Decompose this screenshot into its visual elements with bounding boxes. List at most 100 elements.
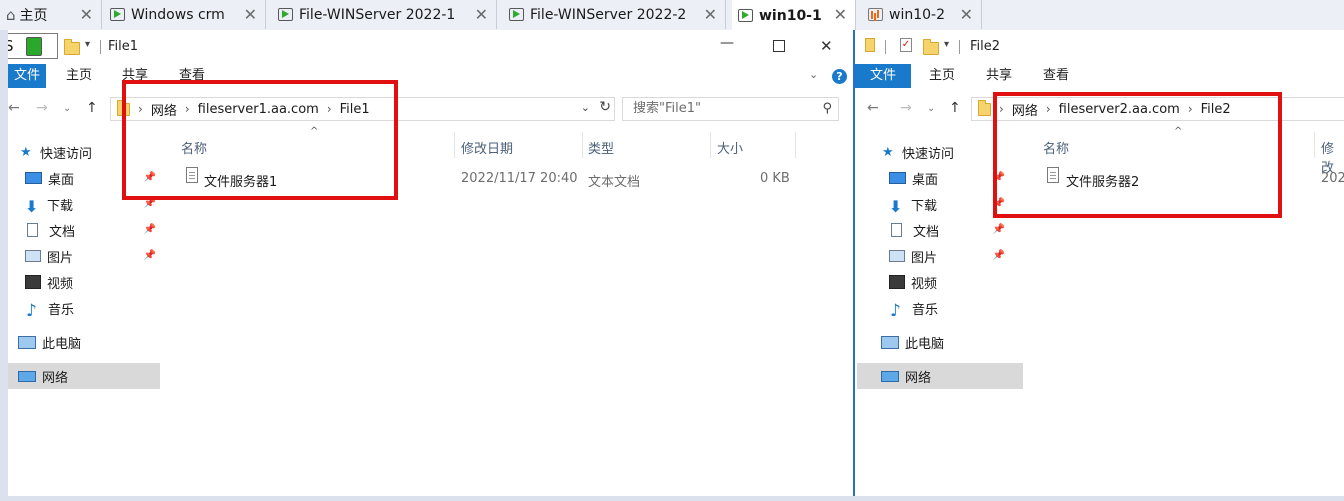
forward-arrow-icon[interactable]: → [900, 100, 912, 116]
tab-windows-crm[interactable]: Windows crm ✕ [104, 0, 266, 29]
address-dropdown-icon[interactable]: ⌄ [581, 101, 590, 114]
nav-music[interactable]: ♪ 音乐 [857, 296, 1009, 321]
nav-pictures[interactable]: 图片 📌 [857, 244, 1009, 268]
music-icon: ♪ [890, 301, 901, 321]
ribbon-tab-view[interactable]: 查看 [1043, 64, 1069, 88]
tab-home[interactable]: ⌂ 主页 ✕ [0, 0, 102, 29]
nav-this-pc[interactable]: 此电脑 [857, 330, 1009, 354]
ribbon-tab-home[interactable]: 主页 [929, 64, 955, 88]
forward-arrow-icon[interactable]: → [36, 100, 48, 116]
close-icon[interactable]: ✕ [704, 5, 717, 24]
folder-icon [64, 39, 80, 55]
title-bar: S ▾ File1 — ✕ [8, 30, 851, 62]
taskbar-stub[interactable]: S [8, 33, 58, 59]
nav-quick-access[interactable]: ★ 快速访问 [857, 140, 1009, 164]
column-separator[interactable] [582, 132, 583, 158]
expand-ribbon-icon[interactable]: ⌄ [809, 68, 818, 81]
check-icon[interactable]: ✓ [900, 38, 912, 52]
nav-documents[interactable]: 文档 📌 [857, 218, 1009, 242]
pin-icon[interactable]: 📌 [993, 250, 1005, 261]
quick-access-dropdown-icon[interactable]: ▾ [944, 39, 949, 50]
pin-icon[interactable]: 📌 [144, 250, 156, 261]
tab-file-winserver-1[interactable]: File-WINServer 2022-1 ✕ [272, 0, 497, 29]
ribbon-tab-share[interactable]: 共享 [986, 64, 1012, 88]
tab-win10-2[interactable]: win10-2 ✕ [862, 0, 982, 29]
nav-downloads[interactable]: ⬇ 下载 📌 [857, 192, 1009, 216]
properties-icon[interactable] [865, 38, 875, 52]
tab-file-winserver-2[interactable]: File-WINServer 2022-2 ✕ [503, 0, 726, 29]
close-icon[interactable]: ✕ [960, 5, 973, 24]
pin-icon[interactable]: 📌 [144, 224, 156, 235]
bottom-edge [0, 496, 1344, 501]
window-title: File1 [108, 39, 139, 54]
up-arrow-icon[interactable]: ↑ [86, 100, 98, 116]
nav-videos[interactable]: 视频 [8, 270, 160, 294]
ribbon-tab-home[interactable]: 主页 [66, 64, 92, 88]
vm-running-icon [738, 9, 753, 22]
column-separator[interactable] [710, 132, 711, 158]
quick-access-dropdown-icon[interactable]: ▾ [85, 39, 90, 50]
nav-this-pc[interactable]: 此电脑 [8, 330, 160, 354]
recent-dropdown-icon[interactable]: ⌄ [63, 103, 71, 114]
column-header-type[interactable]: 类型 [588, 138, 614, 157]
nav-desktop[interactable]: 桌面 📌 [857, 166, 1009, 190]
close-icon[interactable]: ✕ [244, 5, 257, 24]
nav-label: 网络 [42, 370, 69, 386]
desktop-icon [889, 172, 906, 184]
explorer-window-file2: ✓ ▾ File2 文件 主页 共享 查看 ← → ⌄ ↑ › 网络 › fil… [853, 30, 1344, 496]
column-separator[interactable] [795, 132, 796, 158]
nav-pictures[interactable]: 图片 📌 [8, 244, 160, 268]
help-icon[interactable]: ? [832, 69, 847, 84]
vm-running-icon [509, 8, 524, 21]
nav-label: 快速访问 [902, 146, 955, 162]
recent-dropdown-icon[interactable]: ⌄ [927, 103, 935, 114]
document-icon [891, 223, 902, 237]
tab-win10-1[interactable]: win10-1 ✕ [732, 0, 856, 31]
search-input[interactable]: 搜索"File1" ⚲ [622, 97, 839, 121]
download-icon: ⬇ [889, 197, 903, 216]
nav-network[interactable]: 网络 [8, 363, 160, 389]
nav-network[interactable]: 网络 [857, 363, 1023, 389]
stub-letter: S [8, 37, 14, 55]
tab-label: File-WINServer 2022-1 [299, 6, 456, 23]
column-separator[interactable] [454, 132, 455, 158]
file-modified: 202 [1321, 171, 1344, 186]
ribbon-tab-file[interactable]: 文件 [855, 64, 911, 88]
up-arrow-icon[interactable]: ↑ [949, 100, 961, 116]
document-icon [27, 223, 38, 237]
nav-music[interactable]: ♪ 音乐 [8, 296, 160, 321]
column-separator[interactable] [1314, 132, 1315, 158]
download-icon: ⬇ [25, 197, 39, 216]
star-icon: ★ [20, 145, 32, 160]
close-window-icon[interactable]: ✕ [820, 37, 833, 55]
pin-icon[interactable]: 📌 [993, 224, 1005, 235]
ribbon-tab-file[interactable]: 文件 [8, 64, 46, 88]
minimize-icon[interactable]: — [720, 35, 734, 51]
back-arrow-icon[interactable]: ← [867, 100, 879, 116]
close-icon[interactable]: ✕ [80, 5, 93, 24]
search-icon: ⚲ [822, 101, 832, 116]
ribbon-tabs: 文件 主页 共享 查看 [855, 64, 1344, 88]
tab-label: File-WINServer 2022-2 [530, 6, 687, 23]
refresh-icon[interactable]: ↻ [599, 99, 611, 115]
column-header-size[interactable]: 大小 [717, 138, 743, 157]
close-icon[interactable]: ✕ [475, 5, 488, 24]
nav-videos[interactable]: 视频 [857, 270, 1009, 294]
app-icon [26, 37, 42, 56]
desktop-icon [25, 172, 42, 184]
column-header-modified[interactable]: 修改日期 [461, 138, 513, 157]
back-arrow-icon[interactable]: ← [8, 100, 20, 116]
file-type: 文本文档 [588, 175, 641, 190]
nav-label: 文档 [49, 224, 76, 240]
music-icon: ♪ [26, 301, 37, 321]
nav-label: 视频 [911, 276, 938, 292]
close-icon[interactable]: ✕ [834, 5, 847, 24]
title-separator [885, 40, 886, 54]
folder-icon [923, 39, 939, 55]
computer-icon [18, 335, 36, 349]
maximize-icon[interactable] [773, 40, 785, 52]
title-separator [959, 40, 960, 54]
highlight-box [122, 80, 398, 200]
nav-label: 此电脑 [905, 336, 945, 352]
nav-documents[interactable]: 文档 📌 [8, 218, 160, 242]
